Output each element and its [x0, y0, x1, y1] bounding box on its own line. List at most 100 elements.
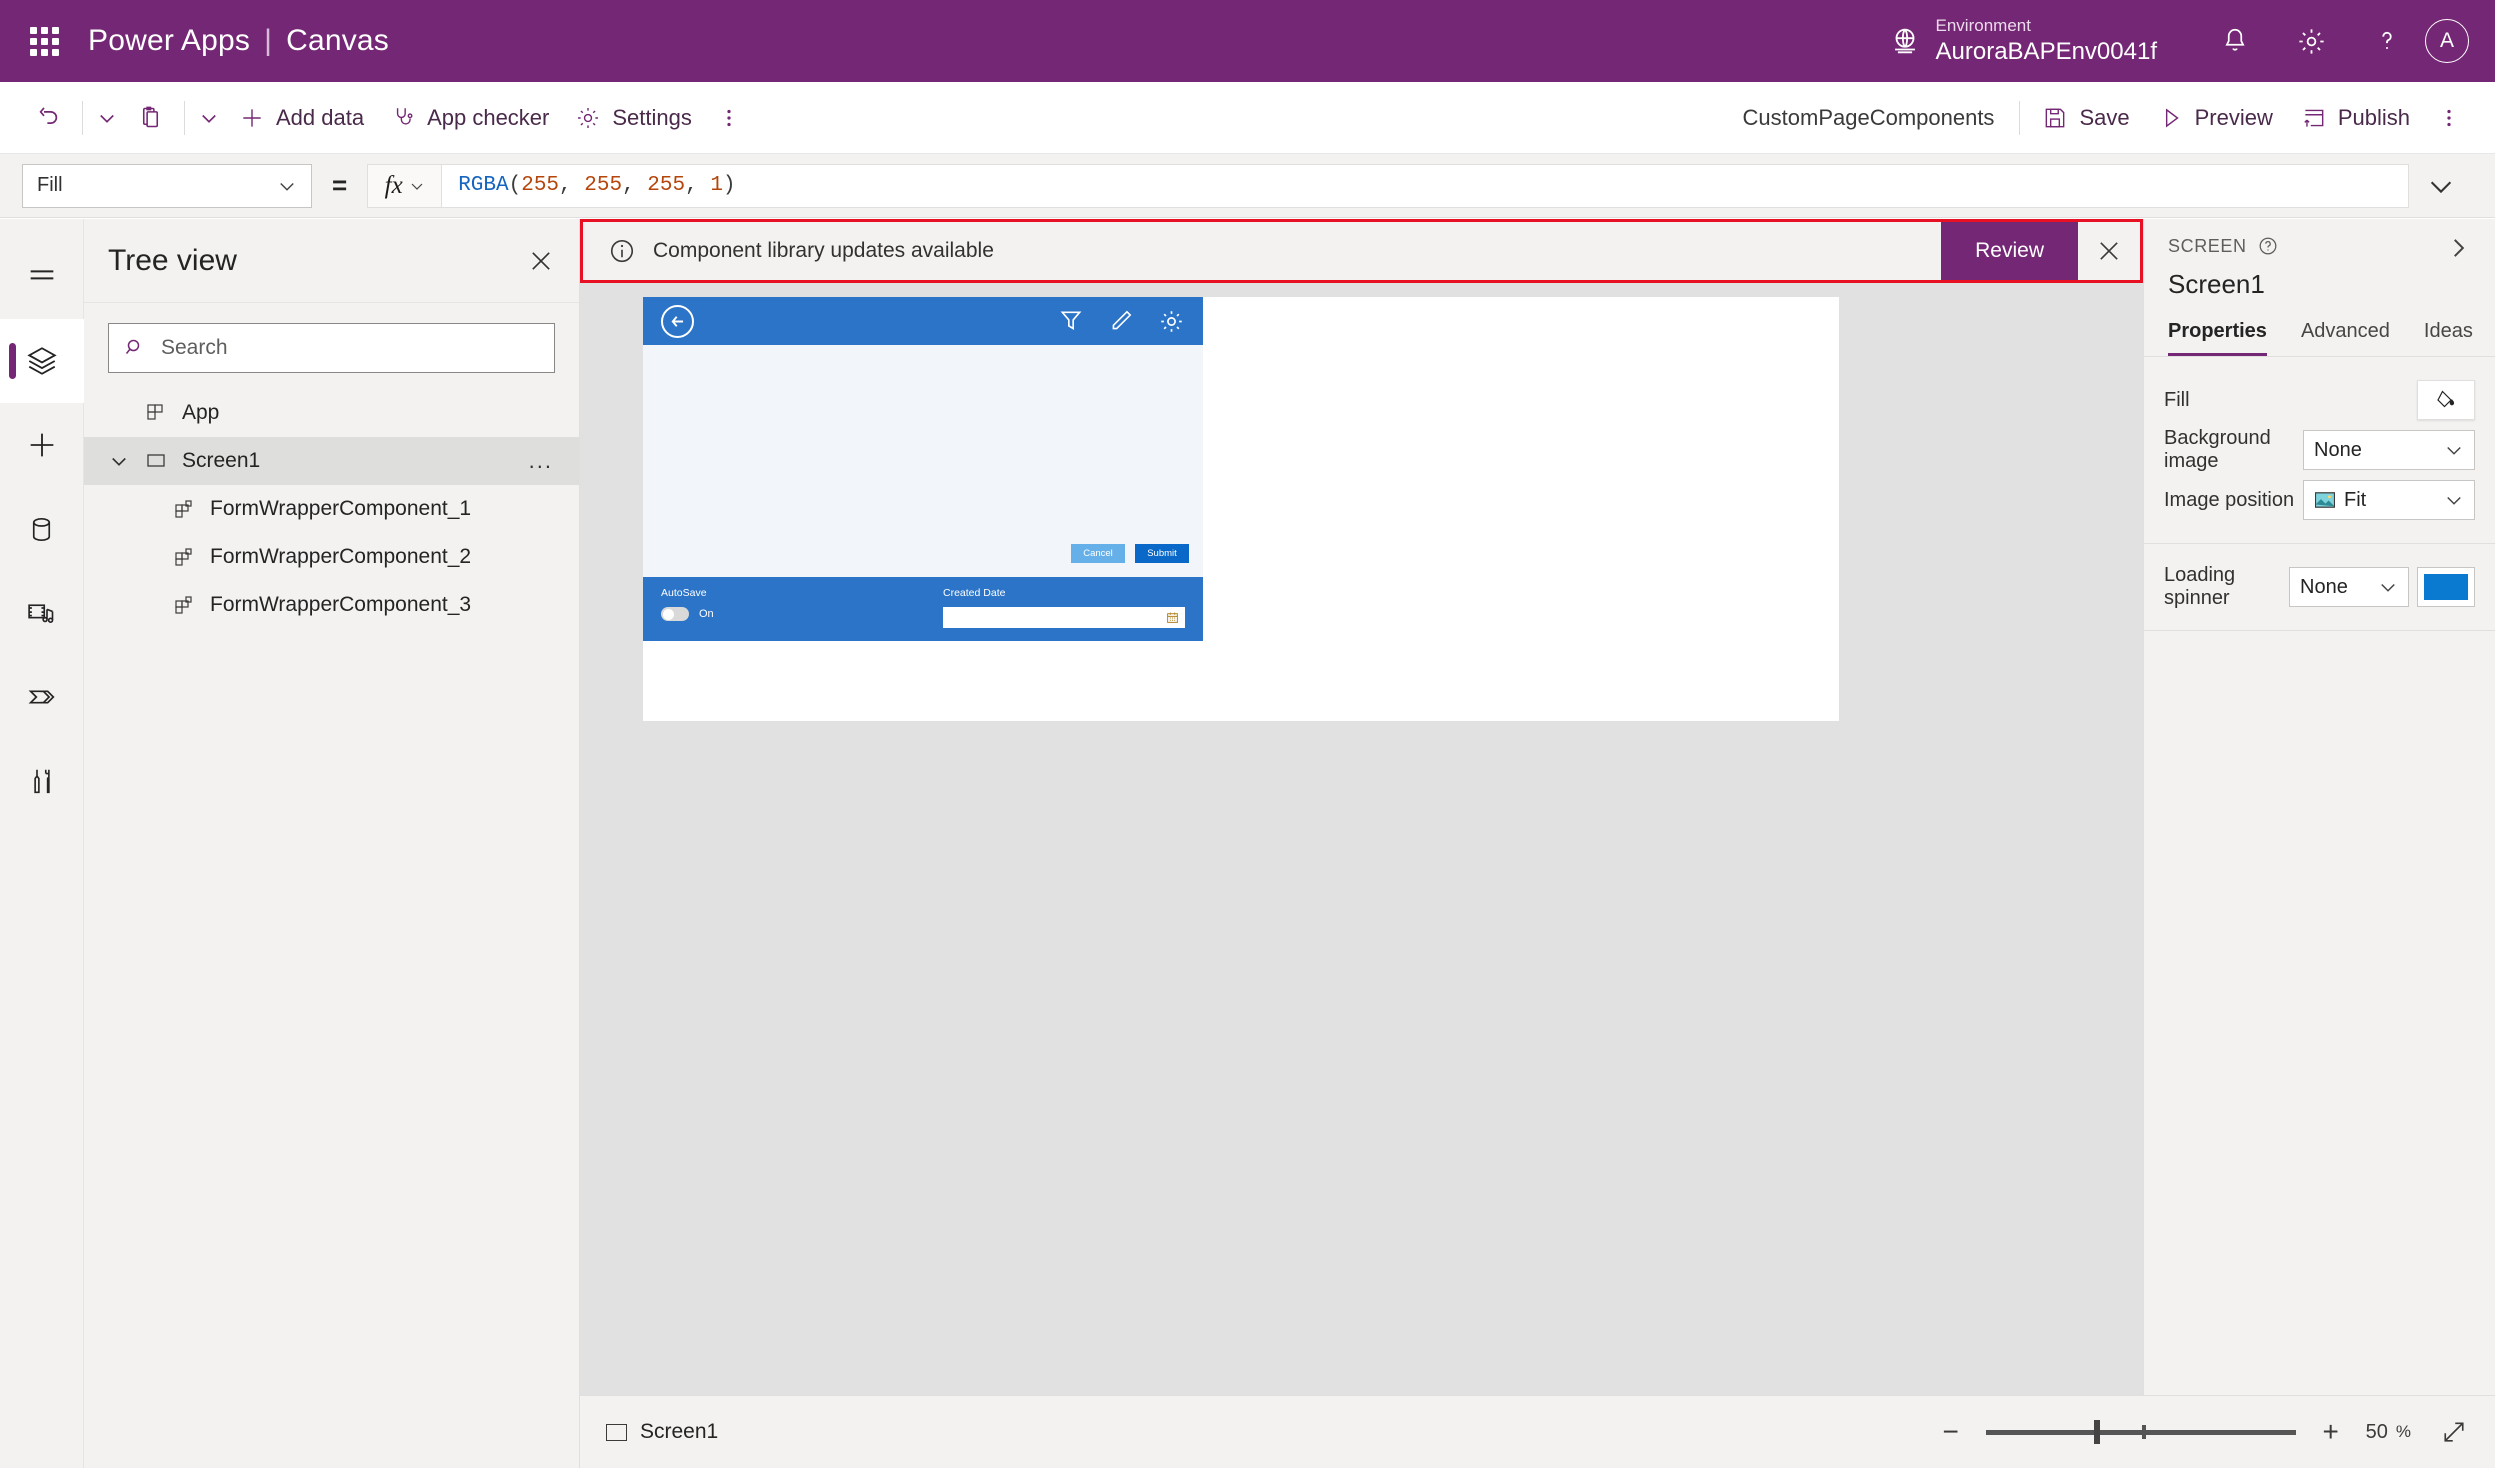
filter-icon[interactable]	[1058, 308, 1084, 334]
question-circle-icon[interactable]	[2257, 235, 2279, 257]
paste-dropdown[interactable]	[192, 92, 226, 144]
settings-label: Settings	[612, 104, 692, 130]
publish-button[interactable]: Publish	[2288, 92, 2423, 144]
app-name-label: CustomPageComponents	[1742, 104, 1995, 130]
zoom-value: 50	[2365, 1420, 2388, 1443]
tree-item-overflow-icon[interactable]: ...	[529, 448, 553, 474]
publish-label: Publish	[2337, 104, 2410, 130]
formula-arg-3: 1	[710, 174, 723, 197]
properties-kicker: SCREEN	[2168, 235, 2279, 257]
formula-input[interactable]: RGBA(255, 255, 255, 1)	[441, 163, 2409, 208]
close-icon[interactable]	[527, 247, 555, 275]
app-component-icon	[144, 401, 168, 425]
canvas-area[interactable]: Component library updates available Revi…	[580, 219, 2143, 1395]
tree-item-formwrappercomponent-1[interactable]: FormWrapperComponent_1	[84, 485, 579, 533]
add-data-button[interactable]: Add data	[226, 92, 377, 144]
zoom-controls: − + 50 %	[1936, 1417, 2469, 1447]
app-launcher-icon[interactable]	[22, 19, 66, 63]
bell-icon[interactable]	[2197, 0, 2273, 82]
gear-icon[interactable]	[2273, 0, 2349, 82]
status-screen-selector[interactable]: Screen1	[606, 1420, 718, 1444]
chevron-down-icon	[199, 108, 219, 128]
calendar-icon[interactable]	[1166, 611, 1179, 624]
pencil-edit-icon[interactable]	[1108, 308, 1134, 334]
power-automate-icon[interactable]	[0, 655, 84, 739]
undo-button[interactable]	[22, 92, 75, 144]
status-screen-label: Screen1	[640, 1420, 719, 1443]
environment-picker[interactable]: Environment AuroraBAPEnv0041f	[1888, 15, 2157, 66]
variables-tools-icon[interactable]	[0, 739, 84, 823]
zoom-slider[interactable]	[1985, 1420, 2296, 1444]
submit-button[interactable]: Submit	[1135, 544, 1189, 563]
search-box[interactable]	[108, 323, 555, 373]
property-selector-value: Fill	[37, 174, 63, 196]
save-button[interactable]: Save	[2029, 92, 2142, 144]
hamburger-menu-icon[interactable]	[0, 235, 84, 319]
brand-separator: |	[264, 24, 273, 57]
question-mark-icon[interactable]	[2349, 0, 2425, 82]
data-cylinder-icon[interactable]	[0, 487, 84, 571]
gear-icon[interactable]	[1158, 308, 1185, 335]
autosave-label: AutoSave	[661, 587, 707, 599]
chevron-right-icon[interactable]	[2445, 235, 2471, 261]
background-image-dropdown[interactable]: None	[2303, 430, 2475, 470]
screen1-preview[interactable]: Cancel Submit AutoSave On Created Date	[643, 297, 1203, 641]
properties-header: SCREEN	[2144, 219, 2495, 261]
tab-advanced[interactable]: Advanced	[2301, 320, 2390, 356]
tab-properties[interactable]: Properties	[2168, 320, 2267, 356]
fill-color-button[interactable]	[2417, 380, 2475, 420]
properties-kicker-label: SCREEN	[2168, 235, 2247, 256]
media-icon[interactable]	[0, 571, 84, 655]
screen-icon	[144, 449, 168, 473]
form-body[interactable]: Cancel Submit	[643, 345, 1203, 577]
back-arrow-circle-icon[interactable]	[661, 304, 694, 338]
property-selector[interactable]: Fill	[22, 163, 312, 208]
loading-spinner-dropdown[interactable]: None	[2289, 567, 2409, 607]
divider	[184, 100, 185, 135]
toggle-switch-icon[interactable]	[661, 607, 689, 621]
tree-item-formwrappercomponent-2[interactable]: FormWrapperComponent_2	[84, 533, 579, 581]
review-button[interactable]: Review	[1941, 222, 2078, 280]
tree-view-layers-icon[interactable]	[0, 319, 84, 403]
image-position-dropdown[interactable]: Fit	[2303, 480, 2475, 520]
undo-dropdown[interactable]	[90, 92, 124, 144]
created-date-input[interactable]	[943, 607, 1185, 628]
tree-view-title: Tree view	[108, 243, 237, 277]
tab-ideas[interactable]: Ideas	[2424, 320, 2473, 356]
settings-button[interactable]: Settings	[562, 92, 705, 144]
avatar[interactable]: A	[2425, 19, 2469, 63]
plus-icon[interactable]: +	[2316, 1418, 2346, 1446]
paste-button[interactable]	[124, 92, 177, 144]
form-footer: AutoSave On Created Date	[643, 577, 1203, 641]
insert-plus-icon[interactable]	[0, 403, 84, 487]
tree-item-screen1[interactable]: Screen1 ...	[84, 437, 579, 485]
fx-button[interactable]: fx	[367, 163, 442, 208]
component-library-banner: Component library updates available Revi…	[580, 219, 2143, 283]
cancel-button[interactable]: Cancel	[1071, 544, 1125, 563]
chevron-down-icon	[2426, 171, 2456, 201]
close-icon[interactable]	[2078, 222, 2140, 280]
save-label: Save	[2079, 104, 2130, 130]
more-vertical-icon	[2438, 105, 2460, 131]
formula-close-paren: )	[722, 174, 736, 197]
loading-spinner-color-swatch[interactable]	[2417, 567, 2475, 607]
fit-screen-diagonal-icon[interactable]	[2439, 1417, 2469, 1447]
tree-item-app[interactable]: App	[84, 389, 579, 437]
minus-icon[interactable]: −	[1936, 1418, 1966, 1446]
app-checker-button[interactable]: App checker	[377, 92, 562, 144]
search-input[interactable]	[161, 336, 540, 360]
chevron-down-icon[interactable]	[108, 451, 130, 471]
environment-globe-icon	[1888, 24, 1922, 58]
preview-button[interactable]: Preview	[2145, 92, 2286, 144]
tree-item-label: FormWrapperComponent_3	[210, 593, 472, 616]
zoom-slider-thumb[interactable]	[2093, 1420, 2100, 1444]
command-overflow-button[interactable]	[705, 92, 753, 144]
tree-item-formwrappercomponent-3[interactable]: FormWrapperComponent_3	[84, 581, 579, 629]
app-canvas-surface[interactable]: Cancel Submit AutoSave On Created Date	[643, 297, 1839, 721]
zoom-slider-track	[1985, 1429, 2296, 1435]
autosave-toggle-row: On	[661, 607, 903, 621]
more-options-button[interactable]	[2425, 92, 2473, 144]
created-date-group: Created Date	[903, 587, 1185, 641]
formula-expand-button[interactable]	[2409, 171, 2473, 201]
brand[interactable]: Power Apps | Canvas	[88, 24, 389, 58]
